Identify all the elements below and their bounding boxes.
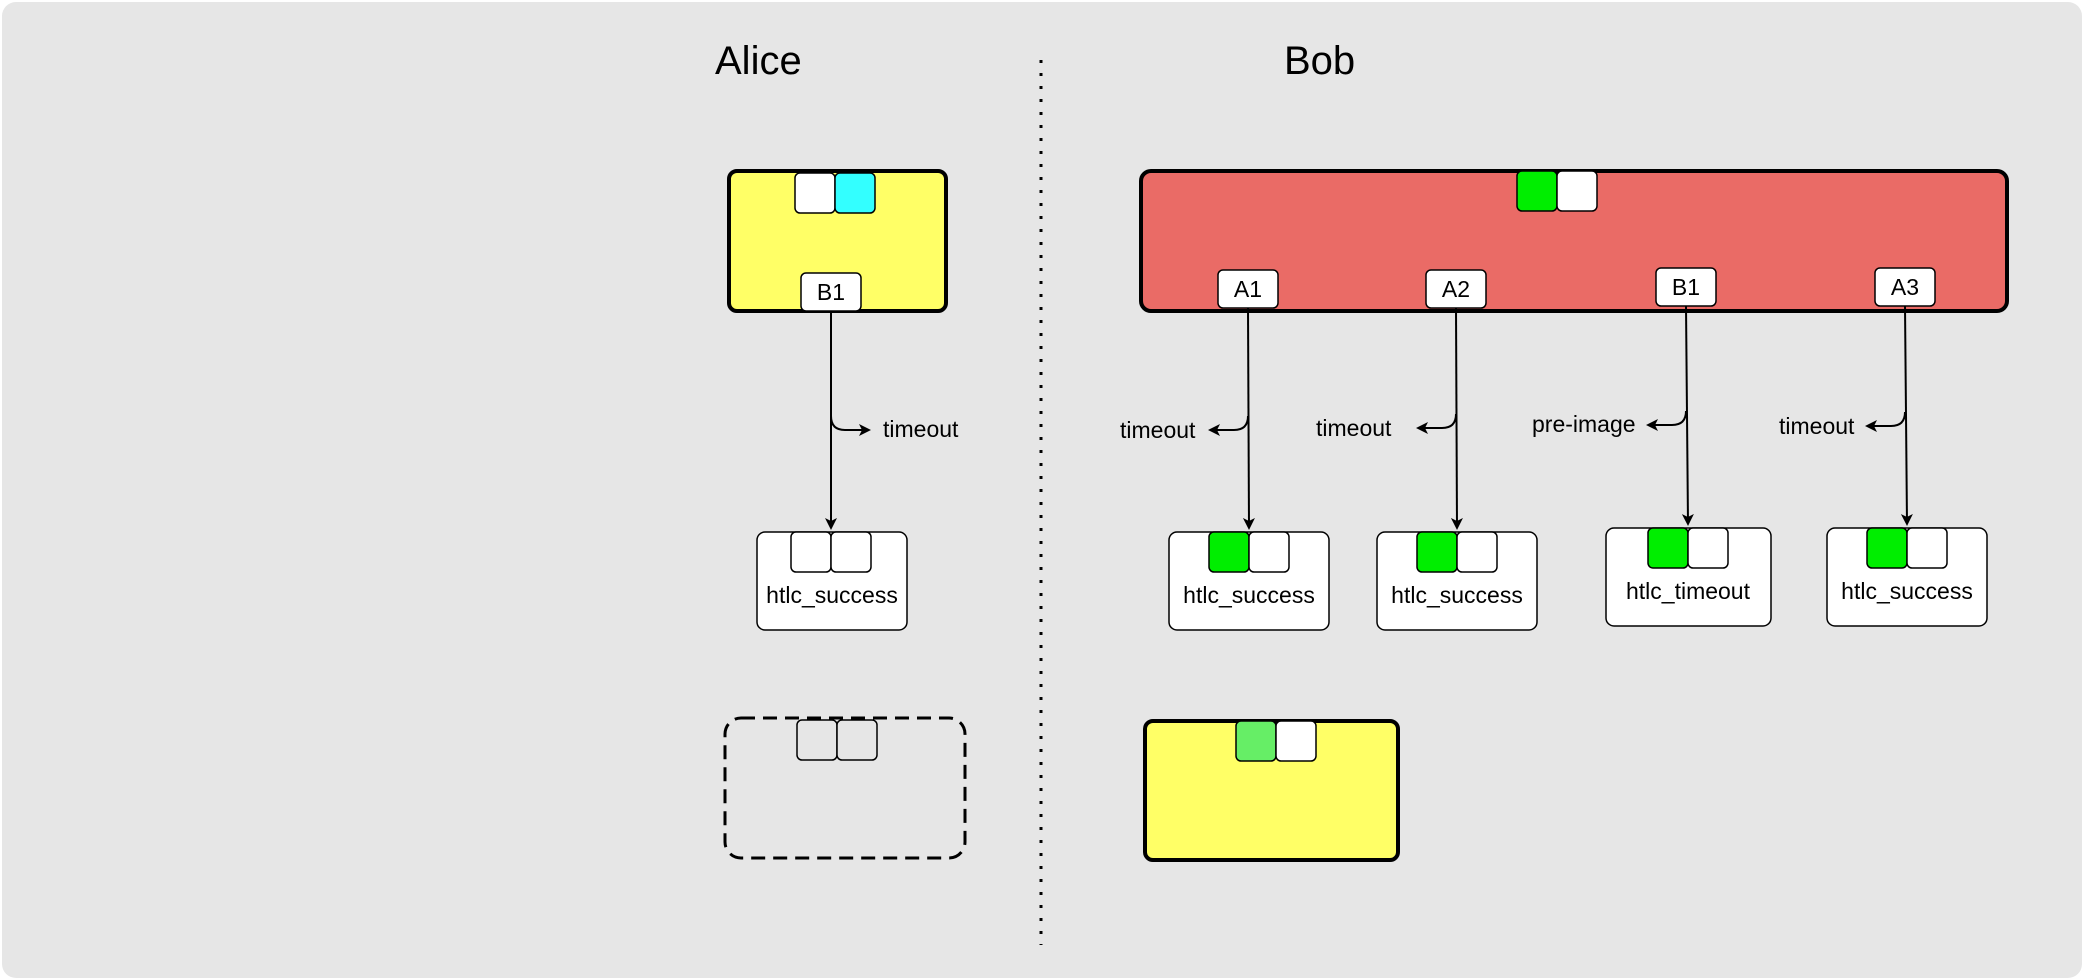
bob-b1-arrow-label: pre-image [1532, 411, 1636, 437]
alice-placeholder-key-left [796, 719, 838, 761]
bob-commitment-key-white [1556, 170, 1598, 212]
bob-output-a1-label: A1 [1234, 276, 1262, 302]
alice-commitment-key-cyan [834, 172, 876, 214]
bob-htlc-2-label: htlc_success [1391, 582, 1523, 608]
bob-a1-arrow-label: timeout [1120, 417, 1196, 443]
bob-htlc-4-label: htlc_success [1841, 578, 1973, 604]
alice-title: Alice [715, 39, 802, 83]
bob-yellow-key-green [1235, 720, 1277, 762]
bob-output-a2-label: A2 [1442, 276, 1470, 302]
bob-htlc-1-key-white [1248, 531, 1290, 573]
bob-htlc-2-key-white [1456, 531, 1498, 573]
bob-htlc-timeout-tx: htlc_timeout [1605, 527, 1772, 627]
bob-yellow-tx [1143, 719, 1400, 862]
bob-commitment-tx: A1 A2 B1 A3 [1139, 169, 2009, 313]
bob-htlc-success-tx-2: htlc_success [1376, 531, 1538, 631]
bob-htlc-1-label: htlc_success [1183, 582, 1315, 608]
bob-htlc-3-label: htlc_timeout [1626, 578, 1751, 604]
alice-output-b1-label: B1 [817, 279, 845, 305]
alice-htlc-success-label: htlc_success [766, 582, 898, 608]
alice-htlc-key-left [790, 531, 832, 573]
bob-htlc-4-key-white [1906, 527, 1948, 569]
bob-htlc-success-tx-1: htlc_success [1168, 531, 1330, 631]
bob-commitment-key-green [1516, 170, 1558, 212]
bob-a2-arrow-label: timeout [1316, 415, 1392, 441]
alice-timeout-label: timeout [883, 416, 959, 442]
bob-yellow-key-white [1275, 720, 1317, 762]
alice-htlc-key-right [830, 531, 872, 573]
bob-htlc-1-key-green [1208, 531, 1250, 573]
bob-a3-arrow-label: timeout [1779, 413, 1855, 439]
alice-commitment-tx: B1 [727, 169, 948, 313]
bob-output-b1-label: B1 [1672, 274, 1700, 300]
diagram-canvas: Alice Bob B1 timeout htlc_success A1 A2 … [2, 2, 2082, 978]
bob-htlc-3-key-green [1647, 527, 1689, 569]
bob-htlc-3-key-white [1687, 527, 1729, 569]
alice-placeholder-key-right [836, 719, 878, 761]
alice-commitment-key-white [794, 172, 836, 214]
bob-htlc-2-key-green [1416, 531, 1458, 573]
bob-output-a3-label: A3 [1891, 274, 1919, 300]
alice-htlc-success-tx: htlc_success [756, 531, 908, 631]
bob-title: Bob [1284, 39, 1355, 83]
bob-htlc-success-tx-4: htlc_success [1826, 527, 1988, 627]
bob-htlc-4-key-green [1866, 527, 1908, 569]
